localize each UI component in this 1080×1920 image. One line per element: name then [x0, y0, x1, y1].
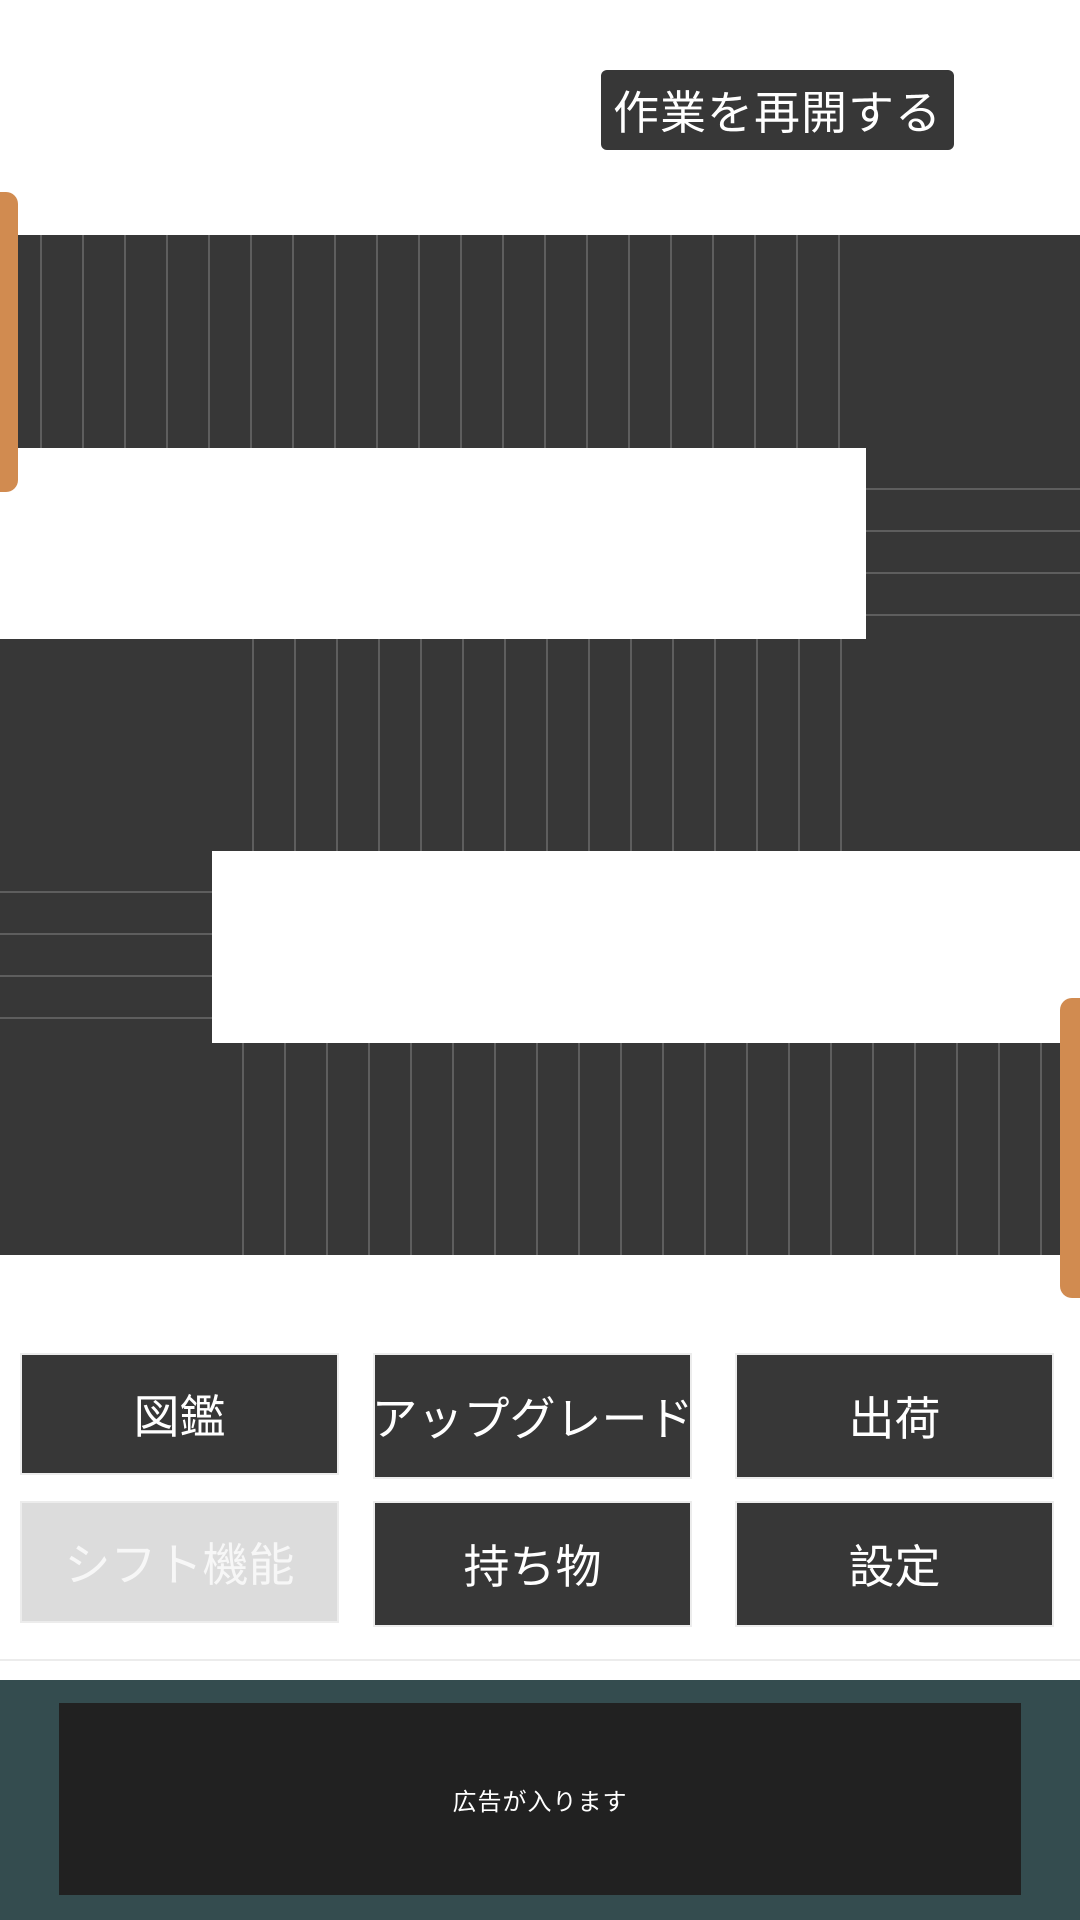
encyclopedia-button[interactable]: 図鑑 [22, 1355, 337, 1473]
shift-feature-button[interactable]: シフト機能 [22, 1503, 337, 1621]
ad-placeholder[interactable]: 広告が入ります [59, 1703, 1021, 1895]
upgrade-button[interactable]: アップグレード [372, 1355, 694, 1477]
settings-button[interactable]: 設定 [737, 1503, 1052, 1625]
belt-exit-handle[interactable] [1060, 998, 1080, 1298]
conveyor-belt-row-2 [0, 639, 1080, 851]
inventory-button[interactable]: 持ち物 [375, 1503, 690, 1625]
footer-divider [0, 1659, 1080, 1661]
conveyor-belt-turn-right [866, 448, 1080, 639]
conveyor-belt-row-1 [0, 235, 1080, 448]
ship-button[interactable]: 出荷 [737, 1355, 1052, 1477]
board-gap-1 [0, 448, 866, 639]
ad-banner-area: 広告が入ります [0, 1680, 1080, 1920]
conveyor-belt-turn-left [0, 851, 212, 1043]
conveyor-belt-row-3 [0, 1043, 1080, 1255]
resume-work-button[interactable]: 作業を再開する [601, 70, 954, 150]
board-gap-2 [212, 851, 1080, 1043]
belt-entry-handle[interactable] [0, 192, 18, 492]
